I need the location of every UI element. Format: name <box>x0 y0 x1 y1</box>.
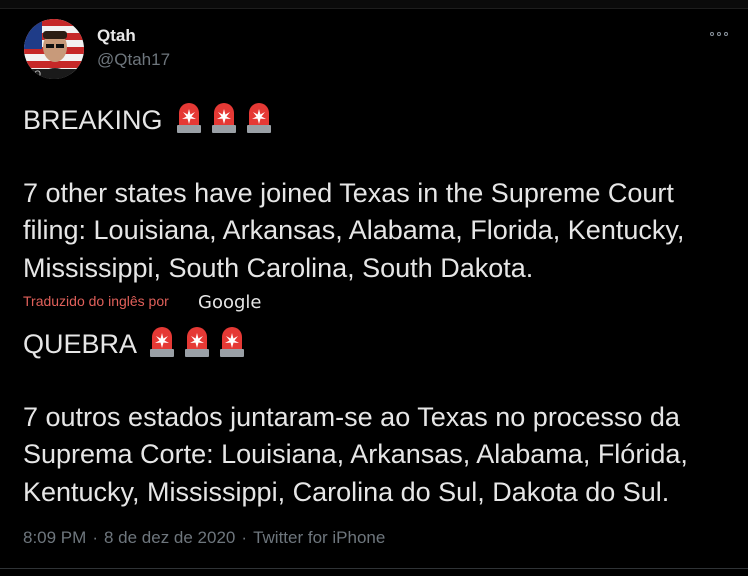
police-light-icon <box>220 327 245 357</box>
user-handle[interactable]: @Qtah17 <box>97 50 170 70</box>
tweet-body-line: Suprema Corte: Louisiana, Arkansas, Alab… <box>23 439 688 469</box>
tweet-heading-translated: QUEBRA <box>23 325 248 362</box>
tweet-time[interactable]: 8:09 PM <box>23 528 86 547</box>
translation-note[interactable]: Traduzido do inglês por <box>23 293 169 309</box>
tweet-body-line: 7 other states have joined Texas in the … <box>23 178 674 208</box>
tweet-source[interactable]: Twitter for iPhone <box>253 528 385 547</box>
police-light-icon <box>177 103 202 133</box>
tweet-metadata: 8:09 PM · 8 de dez de 2020 · Twitter for iPh… <box>23 528 385 548</box>
tweet-date[interactable]: 8 de dez de 2020 <box>104 528 235 547</box>
police-light-icon <box>185 327 210 357</box>
tweet-body-line: Kentucky, Mississippi, Carolina do Sul, … <box>23 477 670 507</box>
heading-text: BREAKING <box>23 105 163 135</box>
tweet-body-line: filing: Louisiana, Arkansas, Alabama, Fl… <box>23 215 685 245</box>
tweet-heading-original: BREAKING <box>23 101 275 138</box>
tweet-body-line: Mississippi, South Carolina, South Dakot… <box>23 253 534 283</box>
display-name[interactable]: Qtah <box>97 26 136 46</box>
separator: · <box>92 528 98 547</box>
separator: · <box>241 528 248 547</box>
avatar[interactable]: Q <box>24 19 84 79</box>
police-light-icon <box>212 103 237 133</box>
tweet-body-line: 7 outros estados juntaram-se ao Texas no… <box>23 402 680 432</box>
more-options-icon[interactable] <box>708 26 732 42</box>
google-logo: Google <box>198 292 262 313</box>
svg-text:Q: Q <box>34 70 41 79</box>
police-light-icon <box>247 103 272 133</box>
top-border <box>0 0 748 9</box>
heading-text: QUEBRA <box>23 329 136 359</box>
divider <box>0 568 748 569</box>
police-light-icon <box>150 327 175 357</box>
